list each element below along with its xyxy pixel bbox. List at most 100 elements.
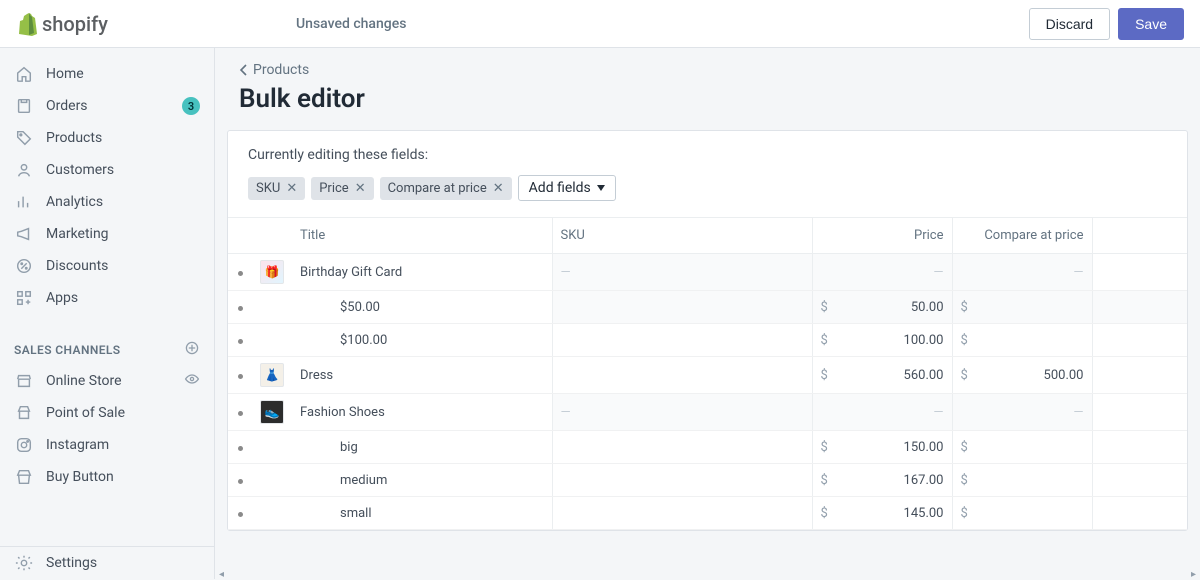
nav-products[interactable]: Products [0, 122, 214, 154]
channel-pos[interactable]: Point of Sale [0, 397, 214, 429]
field-tag-compare[interactable]: Compare at price✕ [380, 177, 512, 200]
variant-row[interactable]: $100.00$100.00$ [228, 324, 1187, 357]
editor-card: Currently editing these fields: SKU✕ Pri… [227, 130, 1188, 531]
title-cell[interactable]: medium [292, 464, 552, 497]
title-cell[interactable]: $50.00 [292, 291, 552, 324]
discard-button[interactable]: Discard [1029, 8, 1110, 40]
price-cell[interactable]: $560.00 [812, 357, 952, 394]
price-cell[interactable]: $50.00 [812, 291, 952, 324]
field-tag-price[interactable]: Price✕ [311, 177, 373, 200]
price-cell[interactable]: $150.00 [812, 431, 952, 464]
bulk-editor-table: Title SKU Price Compare at price 🎁Birthd… [228, 217, 1187, 530]
channel-instagram[interactable]: Instagram [0, 429, 214, 461]
field-tag-sku[interactable]: SKU✕ [248, 177, 305, 200]
title-cell[interactable]: Fashion Shoes [292, 394, 552, 431]
sidebar: Home Orders 3 Products Customers Analyti… [0, 48, 215, 579]
sku-cell[interactable] [552, 324, 812, 357]
nav-label: Discounts [46, 258, 200, 274]
variant-row[interactable]: medium $167.00$ [228, 464, 1187, 497]
col-compare: Compare at price [952, 218, 1092, 254]
add-channel-icon[interactable] [184, 340, 200, 359]
breadcrumb-label: Products [253, 62, 309, 78]
nav-discounts[interactable]: Discounts [0, 250, 214, 282]
chevron-left-icon [239, 64, 249, 76]
save-button[interactable]: Save [1118, 8, 1184, 40]
title-cell[interactable]: big [292, 431, 552, 464]
close-icon[interactable]: ✕ [355, 181, 366, 196]
sku-cell: — [552, 254, 812, 291]
nav-customers[interactable]: Customers [0, 154, 214, 186]
sku-cell[interactable] [552, 291, 812, 324]
nav-apps[interactable]: Apps [0, 282, 214, 314]
scroll-hint: ◂▸ [215, 569, 1200, 579]
variant-row[interactable]: small $145.00$ [228, 497, 1187, 530]
compare-cell[interactable]: $ [952, 497, 1092, 530]
home-icon [14, 64, 34, 84]
pos-icon [14, 403, 34, 423]
logo-text: shopify [42, 12, 108, 36]
breadcrumb[interactable]: Products [215, 48, 1200, 78]
product-row[interactable]: 🎁Birthday Gift Card——— [228, 254, 1187, 291]
nav-settings[interactable]: Settings [0, 547, 214, 579]
store-icon [14, 371, 34, 391]
nav-label: Marketing [46, 226, 200, 242]
close-icon[interactable]: ✕ [493, 181, 504, 196]
nav-label: Home [46, 66, 200, 82]
channels-heading: SALES CHANNELS [0, 324, 214, 365]
title-cell[interactable]: Dress [292, 357, 552, 394]
compare-cell[interactable]: $ [952, 324, 1092, 357]
nav-label: Customers [46, 162, 200, 178]
discount-icon [14, 256, 34, 276]
compare-cell[interactable]: $ [952, 431, 1092, 464]
nav-label: Point of Sale [46, 405, 200, 421]
sku-cell[interactable] [552, 357, 812, 394]
nav-orders[interactable]: Orders 3 [0, 90, 214, 122]
apps-icon [14, 288, 34, 308]
price-cell[interactable]: $167.00 [812, 464, 952, 497]
price-cell: — [812, 254, 952, 291]
nav-marketing[interactable]: Marketing [0, 218, 214, 250]
instagram-icon [14, 435, 34, 455]
product-thumb: 👟 [260, 400, 284, 424]
compare-cell: — [952, 394, 1092, 431]
topbar: shopify Unsaved changes Discard Save [0, 0, 1200, 48]
nav-label: Products [46, 130, 200, 146]
product-row[interactable]: 👗 Dress $560.00$500.00 [228, 357, 1187, 394]
title-cell[interactable]: Birthday Gift Card [292, 254, 552, 291]
megaphone-icon [14, 224, 34, 244]
title-cell[interactable]: $100.00 [292, 324, 552, 357]
gear-icon [14, 553, 34, 573]
logo[interactable]: shopify [16, 12, 216, 36]
product-thumb: 👗 [260, 363, 284, 387]
compare-cell[interactable]: $ [952, 464, 1092, 497]
nav-home[interactable]: Home [0, 58, 214, 90]
variant-row[interactable]: $50.00$50.00$ [228, 291, 1187, 324]
price-cell[interactable]: $145.00 [812, 497, 952, 530]
nav-analytics[interactable]: Analytics [0, 186, 214, 218]
col-title: Title [292, 218, 552, 254]
compare-cell[interactable]: $500.00 [952, 357, 1092, 394]
channel-online-store[interactable]: Online Store [0, 365, 214, 397]
sku-cell[interactable] [552, 431, 812, 464]
compare-cell[interactable]: $ [952, 291, 1092, 324]
close-icon[interactable]: ✕ [286, 181, 297, 196]
sku-cell[interactable] [552, 464, 812, 497]
product-row[interactable]: 👟Fashion Shoes——— [228, 394, 1187, 431]
col-sku: SKU [552, 218, 812, 254]
channels-heading-label: SALES CHANNELS [14, 343, 121, 357]
nav-label: Buy Button [46, 469, 200, 485]
price-cell[interactable]: $100.00 [812, 324, 952, 357]
nav-label: Orders [46, 98, 182, 114]
tag-icon [14, 128, 34, 148]
shopify-logo-icon [16, 12, 38, 36]
caret-down-icon [597, 185, 605, 191]
orders-badge: 3 [182, 97, 200, 115]
eye-icon[interactable] [184, 371, 200, 391]
title-cell[interactable]: small [292, 497, 552, 530]
variant-row[interactable]: big $150.00$ [228, 431, 1187, 464]
channel-buy-button[interactable]: Buy Button [0, 461, 214, 493]
add-fields-button[interactable]: Add fields [518, 175, 616, 201]
field-tags: SKU✕ Price✕ Compare at price✕ Add fields [228, 175, 1187, 217]
sku-cell[interactable] [552, 497, 812, 530]
compare-cell: — [952, 254, 1092, 291]
